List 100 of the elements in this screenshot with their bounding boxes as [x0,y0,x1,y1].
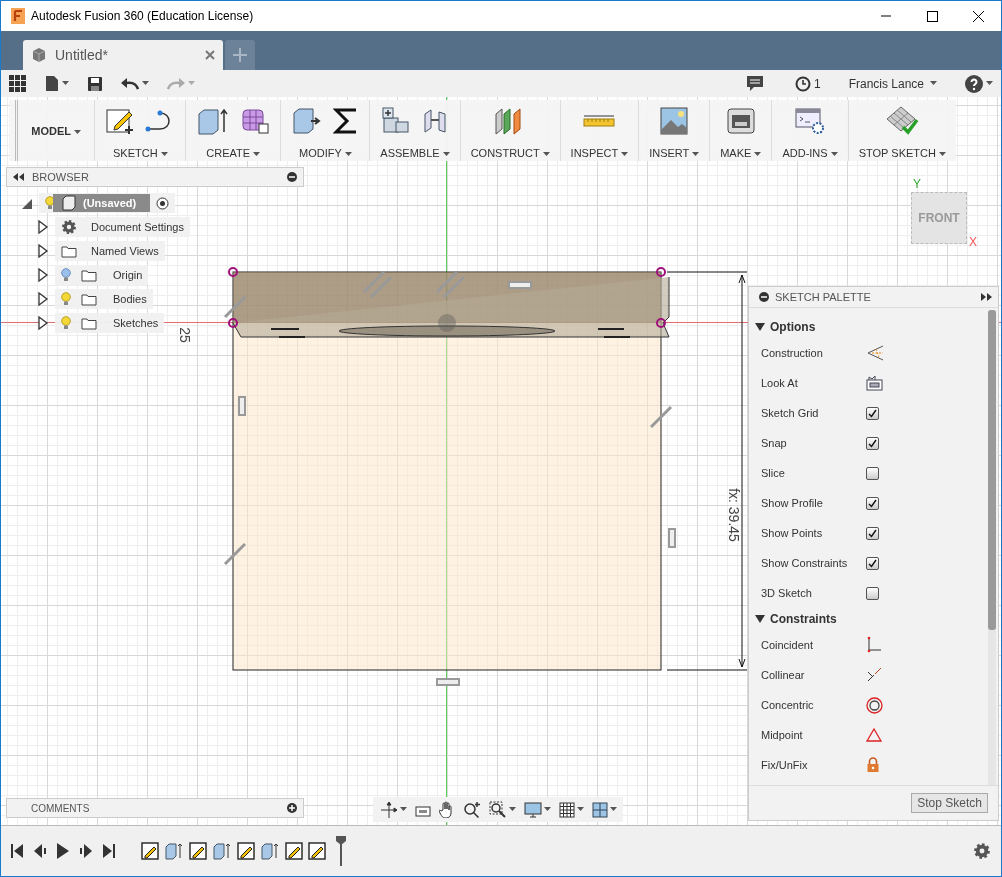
file-menu-button[interactable] [45,75,69,92]
toolbar-group-button[interactable]: MODIFY [280,100,370,161]
sketch-feature-icon[interactable] [141,842,159,860]
toolbar-group-button[interactable]: ADD-INS [771,100,848,161]
stop-sketch-check-icon[interactable] [885,105,920,137]
last-frame-button[interactable] [103,844,115,858]
checkbox[interactable] [866,526,879,540]
user-menu-button[interactable]: Francis Lance [848,76,937,91]
checkbox[interactable] [866,556,879,570]
checkbox[interactable] [866,586,879,600]
script-gear-icon[interactable] [794,106,827,136]
mesh-box-icon[interactable] [240,106,271,136]
toolbar-group-button[interactable]: SKETCH [94,100,186,161]
next-step-button[interactable] [79,844,93,858]
sketch-palette-panel: SKETCH PALETTE Options Construction Look At Sketch Grid Snap Slice Show Profile Show Points Show Constraints 3D Sketch Constraints Coincident Collinear Concentric Midpoint Fix/UnFix Stop Sketch [748,286,999,821]
3d-printer-icon[interactable] [725,106,756,136]
radio-target-icon[interactable] [156,196,170,210]
collapse-panel-icon[interactable] [13,173,24,181]
browser-item[interactable]: Sketches [55,313,165,333]
add-comment-icon[interactable] [287,803,297,813]
image-icon[interactable] [659,106,690,136]
triangle-icon[interactable] [866,728,882,742]
grid-settings-button[interactable] [558,801,584,818]
gear-icon[interactable] [61,219,77,235]
sketch-point[interactable] [656,267,666,277]
collinear-icon[interactable] [866,667,882,683]
browser-item[interactable]: Named Views [55,241,165,261]
toolbar-group-button[interactable]: INSERT [638,100,710,161]
option-label: Look At [761,377,799,389]
sketch-point[interactable] [228,318,238,328]
expand-panel-icon[interactable] [981,293,992,301]
sketch-feature-icon[interactable] [237,842,255,860]
zoom-window-button[interactable] [488,801,516,818]
checkbox[interactable] [866,496,879,510]
close-icon[interactable] [205,50,215,60]
lightbulb-icon[interactable] [61,268,71,282]
sketch-point[interactable] [228,267,238,277]
minus-circle-icon[interactable] [287,172,297,182]
sketch-pencil-icon[interactable] [105,106,136,136]
coincident-icon[interactable] [866,636,882,654]
checkbox[interactable] [866,406,879,420]
apps-grid-button[interactable] [9,74,27,93]
lightbulb-icon[interactable] [61,292,71,306]
checkbox[interactable] [866,466,879,480]
browser-item[interactable]: Document Settings [55,217,190,237]
checkbox[interactable] [866,436,879,450]
lock-icon[interactable] [866,757,880,773]
ruler-icon[interactable] [583,114,616,128]
viewports-button[interactable] [591,801,617,818]
zoom-button[interactable] [462,801,481,818]
display-settings-button[interactable] [523,801,551,818]
comment-button[interactable] [746,76,763,91]
section-triangle-icon [755,615,765,623]
scrollbar[interactable] [988,310,996,785]
timeline-marker-icon[interactable] [336,836,346,866]
horizontal-constraint-icon [436,678,460,686]
orbit-button[interactable] [379,801,407,818]
expand-triangle-icon[interactable] [37,268,49,282]
extrude-feature-icon[interactable] [212,842,232,860]
pan-hand-button[interactable] [438,801,455,818]
lightbulb-icon[interactable] [45,196,55,210]
new-component-icon[interactable] [381,106,411,136]
stop-sketch-button[interactable]: Stop Sketch [911,793,988,813]
sketch-feature-icon[interactable] [308,842,326,860]
minus-circle-icon[interactable] [759,292,769,302]
browser-item[interactable]: Origin [55,265,149,285]
help-button[interactable] [965,74,993,93]
toolbar-group-button[interactable]: ASSEMBLE [369,100,460,161]
expand-triangle-icon[interactable] [37,244,49,258]
look-at-icon[interactable] [866,375,883,391]
undo-button[interactable] [121,77,149,90]
caret-icon [142,81,149,86]
section-header[interactable]: Options [749,316,986,338]
expand-triangle-icon[interactable] [37,292,49,306]
first-frame-button[interactable] [11,844,23,858]
lightbulb-icon[interactable] [61,316,71,330]
joint-icon[interactable] [421,106,449,136]
sketch-feature-icon[interactable] [285,842,303,860]
toolbar-group-button[interactable]: MAKE [709,100,772,161]
extrude-feature-icon[interactable] [164,842,184,860]
toolbar-group-button[interactable]: CONSTRUCT [459,100,560,161]
sketch-point[interactable] [656,318,666,328]
workspace-menu-button[interactable]: MODEL [15,100,95,161]
sketch-feature-icon[interactable] [189,842,207,860]
gear-icon[interactable] [973,842,991,860]
play-button[interactable] [57,843,69,859]
concentric-icon[interactable] [866,696,883,714]
document-tab[interactable]: Untitled* [23,40,223,70]
expand-triangle-icon[interactable] [37,316,49,330]
toolbar-group-button[interactable]: CREATE [185,100,281,161]
toolbar-group-button[interactable]: STOP SKETCH [847,100,956,161]
extrude-box-icon[interactable] [196,106,231,136]
browser-item[interactable]: Bodies [55,289,153,309]
expand-triangle-icon[interactable] [37,220,49,234]
toolbar-group-button[interactable]: INSPECT [559,100,639,161]
save-button[interactable] [87,75,103,92]
section-header[interactable]: Constraints [749,608,986,630]
extrude-feature-icon[interactable] [260,842,280,860]
previous-step-button[interactable] [33,844,47,858]
construction-icon[interactable] [866,345,884,361]
